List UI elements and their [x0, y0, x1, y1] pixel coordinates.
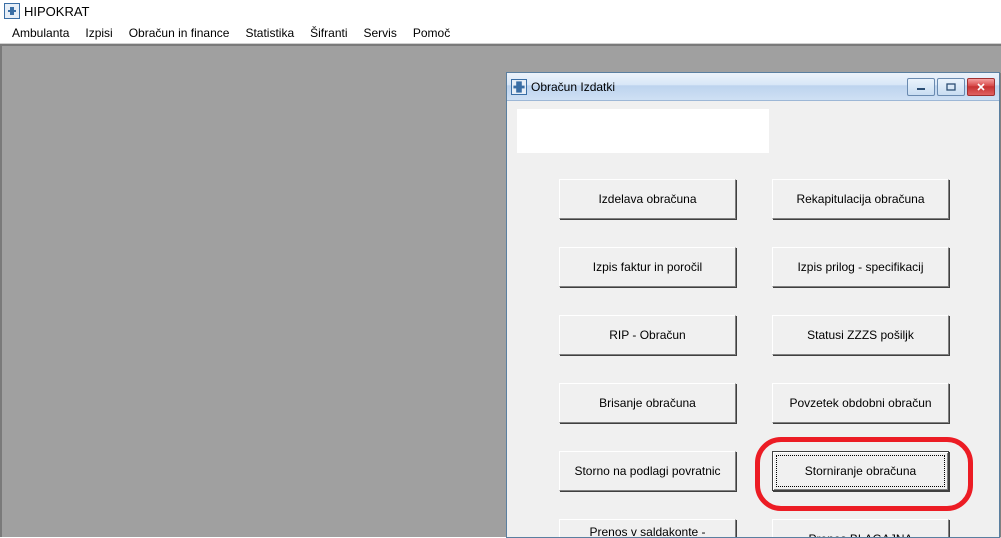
menu-izpisi[interactable]: Izpisi	[77, 23, 120, 43]
window-controls	[907, 78, 995, 96]
btn-prenos-blagajna[interactable]: Prenos BLAGAJNA	[772, 519, 949, 538]
btn-storniranje-obracuna[interactable]: Storniranje obračuna	[772, 451, 949, 491]
close-button[interactable]	[967, 78, 995, 96]
menu-statistika[interactable]: Statistika	[237, 23, 302, 43]
dialog-icon	[511, 79, 527, 95]
btn-brisanje-obracuna[interactable]: Brisanje obračuna	[559, 383, 736, 423]
dialog-titlebar[interactable]: Obračun Izdatki	[507, 73, 999, 101]
menu-servis[interactable]: Servis	[356, 23, 405, 43]
btn-storno-povratnic[interactable]: Storno na podlagi povratnic	[559, 451, 736, 491]
btn-izdelava-obracuna[interactable]: Izdelava obračuna	[559, 179, 736, 219]
menu-obracun-finance[interactable]: Obračun in finance	[121, 23, 238, 43]
btn-rekapitulacija-obracuna[interactable]: Rekapitulacija obračuna	[772, 179, 949, 219]
maximize-button[interactable]	[937, 78, 965, 96]
app-icon	[4, 3, 20, 19]
btn-izpis-faktur[interactable]: Izpis faktur in poročil	[559, 247, 736, 287]
dialog-obracun-izdatki: Obračun Izdatki Izdelava obračuna Rekapi…	[506, 72, 1000, 538]
menu-ambulanta[interactable]: Ambulanta	[4, 23, 77, 43]
app-title: HIPOKRAT	[24, 4, 90, 19]
btn-povzetek-obdobni[interactable]: Povzetek obdobni obračun	[772, 383, 949, 423]
info-panel	[517, 109, 769, 153]
dialog-title: Obračun Izdatki	[531, 80, 907, 94]
minimize-button[interactable]	[907, 78, 935, 96]
app-titlebar: HIPOKRAT	[0, 0, 1001, 22]
btn-rip-obracun[interactable]: RIP - Obračun	[559, 315, 736, 355]
btn-statusi-zzzs[interactable]: Statusi ZZZS pošiljk	[772, 315, 949, 355]
menu-sifranti[interactable]: Šifranti	[302, 23, 355, 43]
mdi-client-area: Obračun Izdatki Izdelava obračuna Rekapi…	[0, 44, 1001, 537]
button-grid: Izdelava obračuna Rekapitulacija obračun…	[559, 179, 949, 538]
btn-izpis-prilog[interactable]: Izpis prilog - specifikacij	[772, 247, 949, 287]
menubar: Ambulanta Izpisi Obračun in finance Stat…	[0, 22, 1001, 44]
dialog-body: Izdelava obračuna Rekapitulacija obračun…	[507, 101, 999, 117]
menu-pomoc[interactable]: Pomoč	[405, 23, 458, 43]
btn-prenos-saldakonte[interactable]: Prenos v saldakonte - mesečni	[559, 519, 736, 538]
